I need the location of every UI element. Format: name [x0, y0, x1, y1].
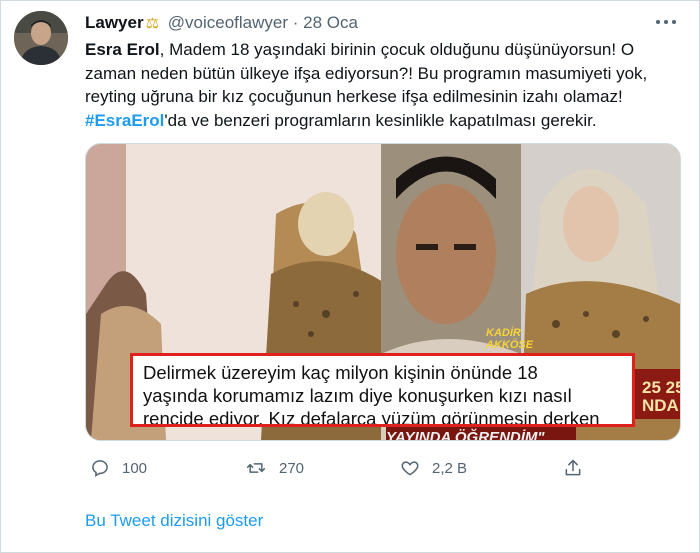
more-options-icon[interactable]: [655, 13, 679, 33]
media-banner-text: 25 25 NDA: [642, 378, 681, 415]
tweet-actions: 100 270 2,2 B: [85, 456, 680, 482]
reply-button[interactable]: 100: [90, 456, 147, 480]
tweet-header: Lawyer ⚖ @voiceoflawyer · 28 Oca: [85, 13, 358, 33]
banner-line-2: NDA: [642, 396, 679, 415]
banner-line-1: 25 25: [642, 378, 681, 397]
retweet-button[interactable]: 270: [245, 456, 304, 480]
author-name[interactable]: Lawyer: [85, 13, 144, 32]
show-thread-link[interactable]: Bu Tweet dizisini göster: [85, 511, 263, 531]
media-caption-box: Delirmek üzereyim kaç milyon kişinin önü…: [130, 353, 635, 427]
retweet-icon: [245, 458, 267, 478]
like-count: 2,2 B: [432, 459, 468, 477]
mention-esra-erol: Esra Erol: [85, 40, 160, 59]
retweet-count: 270: [279, 459, 305, 477]
tweet-text: Esra Erol, Madem 18 yaşındaki birinin ço…: [85, 38, 680, 132]
reply-icon: [90, 458, 110, 478]
separator-dot: ·: [292, 13, 299, 32]
share-button[interactable]: [563, 456, 583, 480]
share-icon: [563, 458, 583, 478]
like-button[interactable]: 2,2 B: [400, 456, 467, 480]
media-name-tag: KADİR AKKÖSE: [486, 327, 533, 351]
media-banner-bottom: YAYINDA ÖĞRENDİM": [386, 429, 545, 441]
tweet-date[interactable]: 28 Oca: [303, 13, 358, 32]
heart-icon: [400, 458, 420, 478]
avatar[interactable]: [14, 11, 68, 65]
name-tag-last: AKKÖSE: [486, 339, 534, 351]
tweet-text-part1: , Madem 18 yaşındaki birinin çocuk olduğ…: [85, 40, 648, 106]
tweet-text-part2: 'da ve benzeri programların kesinlikle k…: [164, 110, 597, 130]
name-tag-first: KADİR: [486, 327, 521, 339]
tweet-media[interactable]: KADİR AKKÖSE 25 25 NDA YAYINDA ÖĞRENDİM"…: [85, 143, 681, 441]
hashtag-link[interactable]: #EsraErol: [85, 111, 164, 130]
author-handle[interactable]: @voiceoflawyer: [168, 13, 288, 32]
caption-line-3: rencide ediyor. Kız defalarca yüzüm görü…: [143, 408, 600, 427]
caption-line-2: yaşında korumamız lazım diye konuşurken …: [143, 385, 572, 406]
caption-line-1: Delirmek üzereyim kaç milyon kişinin önü…: [143, 362, 538, 383]
reply-count: 100: [122, 459, 148, 477]
scale-icon: ⚖: [145, 15, 160, 32]
